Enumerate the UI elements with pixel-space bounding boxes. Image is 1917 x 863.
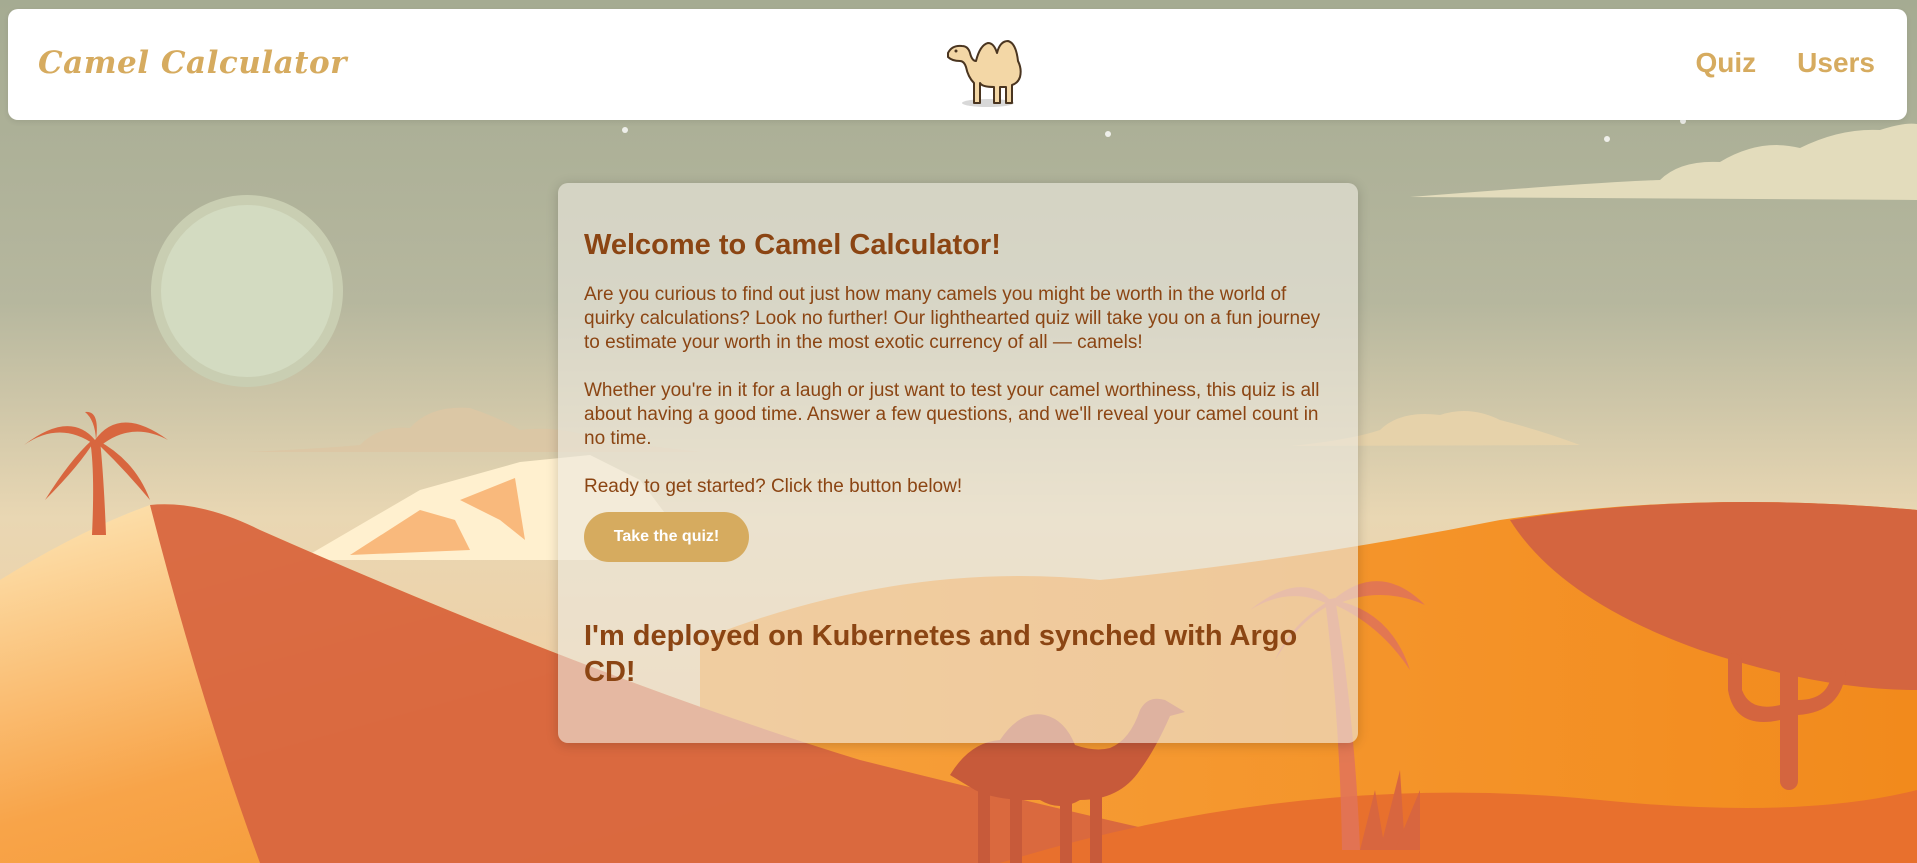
navbar: Camel Calculator Quiz Users: [8, 9, 1907, 120]
welcome-card: Welcome to Camel Calculator! Are you cur…: [558, 183, 1358, 743]
nav-quiz-link[interactable]: Quiz: [1695, 47, 1756, 79]
get-started-paragraph: Ready to get started? Click the button b…: [584, 476, 963, 497]
nav-links: Quiz Users: [1695, 47, 1875, 79]
brand-link[interactable]: Camel Calculator: [38, 45, 347, 81]
welcome-heading: Welcome to Camel Calculator!: [584, 229, 1001, 261]
intro-paragraph: Are you curious to find out just how man…: [584, 284, 1321, 353]
nav-users-link[interactable]: Users: [1797, 47, 1875, 79]
deploy-note: I'm deployed on Kubernetes and synched w…: [584, 620, 1298, 688]
worthiness-paragraph: Whether you're in it for a laugh or just…: [584, 380, 1320, 449]
take-quiz-button[interactable]: Take the quiz!: [584, 512, 749, 562]
camel-icon: [947, 40, 1022, 107]
